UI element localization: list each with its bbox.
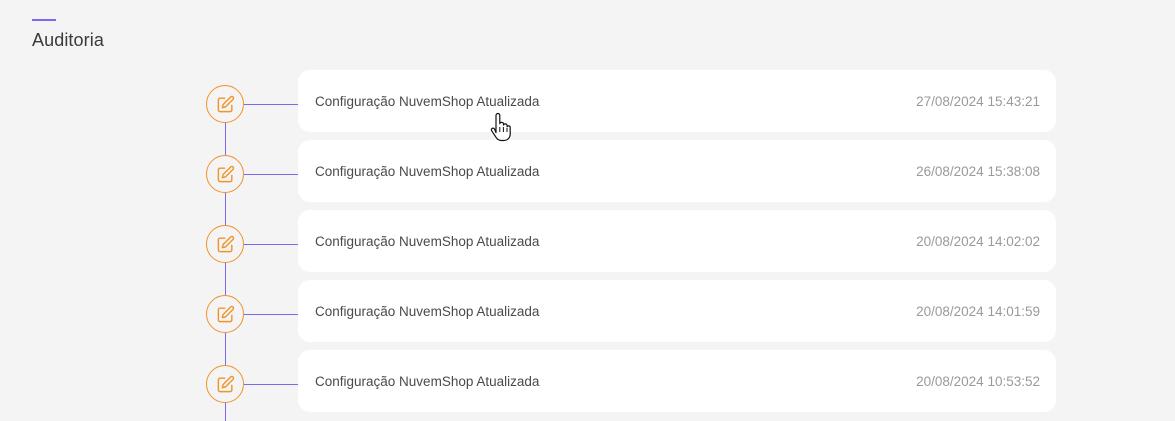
hand-pointer-cursor-icon	[490, 112, 511, 142]
timeline-node	[206, 225, 244, 263]
audit-card[interactable]: Configuração NuvemShop Atualizada 26/08/…	[298, 140, 1056, 202]
audit-card-date: 20/08/2024 10:53:52	[916, 373, 1040, 389]
timeline-connector	[244, 314, 298, 315]
audit-card[interactable]: Configuração NuvemShop Atualizada 20/08/…	[298, 280, 1056, 342]
timeline-node	[206, 295, 244, 333]
timeline-connector	[244, 174, 298, 175]
timeline-entry: Configuração NuvemShop Atualizada 20/08/…	[0, 350, 1175, 412]
timeline-connector	[244, 244, 298, 245]
edit-pencil-icon	[217, 235, 234, 252]
edit-pencil-icon	[217, 165, 234, 182]
timeline-entry: Configuração NuvemShop Atualizada 20/08/…	[0, 210, 1175, 272]
audit-card-date: 20/08/2024 14:02:02	[916, 233, 1040, 249]
audit-card[interactable]: Configuração NuvemShop Atualizada 20/08/…	[298, 350, 1056, 412]
audit-card-title: Configuração NuvemShop Atualizada	[315, 233, 540, 249]
audit-card-title: Configuração NuvemShop Atualizada	[315, 163, 540, 179]
audit-card[interactable]: Configuração NuvemShop Atualizada 20/08/…	[298, 210, 1056, 272]
edit-pencil-icon	[217, 305, 234, 322]
audit-card-title: Configuração NuvemShop Atualizada	[315, 373, 540, 389]
audit-card-title: Configuração NuvemShop Atualizada	[315, 93, 540, 109]
audit-card-date: 20/08/2024 14:01:59	[916, 303, 1040, 319]
timeline-entry: Configuração NuvemShop Atualizada 26/08/…	[0, 140, 1175, 202]
audit-card[interactable]: Configuração NuvemShop Atualizada 27/08/…	[298, 70, 1056, 132]
audit-card-date: 27/08/2024 15:43:21	[916, 93, 1040, 109]
edit-pencil-icon	[217, 95, 234, 112]
timeline-entry: Configuração NuvemShop Atualizada 27/08/…	[0, 70, 1175, 132]
timeline-connector	[244, 384, 298, 385]
timeline-node	[206, 85, 244, 123]
audit-timeline: Configuração NuvemShop Atualizada 27/08/…	[0, 0, 1175, 421]
audit-page: Auditoria Configuração NuvemShop Atualiz…	[0, 0, 1175, 421]
audit-card-title: Configuração NuvemShop Atualizada	[315, 303, 540, 319]
timeline-node	[206, 155, 244, 193]
timeline-entry: Configuração NuvemShop Atualizada 20/08/…	[0, 280, 1175, 342]
timeline-node	[206, 365, 244, 403]
audit-card-date: 26/08/2024 15:38:08	[916, 163, 1040, 179]
edit-pencil-icon	[217, 375, 234, 392]
timeline-connector	[244, 104, 298, 105]
